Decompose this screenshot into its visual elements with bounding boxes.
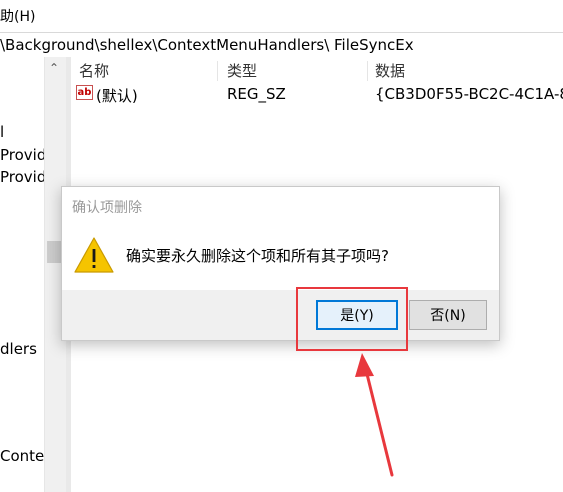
tree-item[interactable]: Provid	[0, 168, 46, 186]
scroll-up-icon[interactable]: ⌃	[49, 61, 59, 75]
dialog-message: 确实要永久删除这个项和所有其子项吗?	[126, 247, 389, 265]
highlight-box	[296, 287, 408, 351]
no-button[interactable]: 否(N)	[409, 300, 487, 330]
menu-help[interactable]: 助(H)	[0, 6, 35, 26]
tree-item[interactable]: l	[0, 123, 4, 141]
confirm-delete-dialog: 确认项删除 确实要永久删除这个项和所有其子项吗? 是(Y) 否(N)	[61, 186, 500, 341]
row-data: {CB3D0F55-BC2C-4C1A-8	[375, 85, 563, 103]
column-divider[interactable]	[367, 61, 368, 81]
row-name: (默认)	[96, 87, 138, 105]
column-header-name[interactable]: 名称	[79, 60, 109, 81]
row-type: REG_SZ	[227, 85, 286, 103]
tree-item[interactable]: dlers	[0, 340, 37, 358]
dialog-titlebar[interactable]: 确认项删除	[62, 187, 499, 225]
warning-icon	[74, 237, 114, 273]
string-value-icon: ab	[76, 85, 93, 100]
tree-item[interactable]: Provid	[0, 146, 46, 164]
address-path: \Background\shellex\ContextMenuHandlers\…	[0, 36, 414, 54]
menu-bar: 助(H)	[0, 0, 563, 30]
column-header-type[interactable]: 类型	[227, 60, 257, 81]
annotation-arrow-icon	[355, 353, 394, 477]
column-header-data[interactable]: 数据	[375, 60, 405, 81]
dialog-body: 确实要永久删除这个项和所有其子项吗?	[62, 225, 499, 290]
dialog-title: 确认项删除	[72, 200, 142, 216]
column-divider[interactable]	[217, 61, 218, 81]
address-bar[interactable]: \Background\shellex\ContextMenuHandlers\…	[0, 32, 563, 58]
